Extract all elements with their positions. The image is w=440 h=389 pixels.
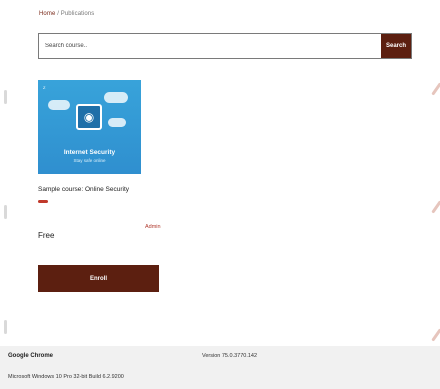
thumbnail-tag: Z	[43, 85, 46, 90]
course-price: Free	[38, 231, 55, 240]
edge-mark	[431, 328, 440, 342]
course-author: Admin	[145, 224, 161, 230]
course-card: Z ◉ Internet Security Stay safe online S…	[38, 80, 160, 203]
breadcrumb-current: Publications	[60, 11, 95, 17]
breadcrumb: Home / Publications	[39, 11, 94, 17]
os-info: Microsoft Windows 10 Pro 32-bit Build 6.…	[8, 374, 124, 380]
cloud-icon	[108, 118, 126, 127]
cloud-icon	[104, 92, 128, 103]
right-edge-strip	[430, 0, 440, 346]
search-bar: Search	[38, 33, 412, 59]
wifi-device-icon: ◉	[76, 104, 102, 130]
search-input[interactable]	[39, 34, 381, 58]
system-info-footer: Google Chrome Version 75.0.3770.142 Micr…	[0, 346, 440, 389]
browser-name: Google Chrome	[8, 353, 54, 359]
edge-mark	[431, 200, 440, 214]
breadcrumb-home-link[interactable]: Home	[39, 11, 55, 17]
edge-mark	[4, 90, 7, 104]
thumbnail-subtitle: Stay safe online	[73, 158, 106, 163]
breadcrumb-separator: /	[57, 11, 59, 17]
edge-mark	[4, 205, 7, 219]
search-button[interactable]: Search	[381, 34, 411, 58]
left-edge-strip	[0, 0, 10, 346]
edge-mark	[4, 320, 7, 334]
course-title[interactable]: Sample course: Online Security	[38, 186, 160, 193]
browser-version: Version 75.0.3770.142	[202, 353, 258, 359]
enroll-button[interactable]: Enroll	[38, 265, 159, 292]
cloud-icon	[48, 100, 70, 110]
course-thumbnail[interactable]: Z ◉ Internet Security Stay safe online	[38, 80, 141, 174]
edge-mark	[431, 82, 440, 96]
accent-bar	[38, 200, 48, 203]
thumbnail-title: Internet Security	[63, 149, 116, 156]
